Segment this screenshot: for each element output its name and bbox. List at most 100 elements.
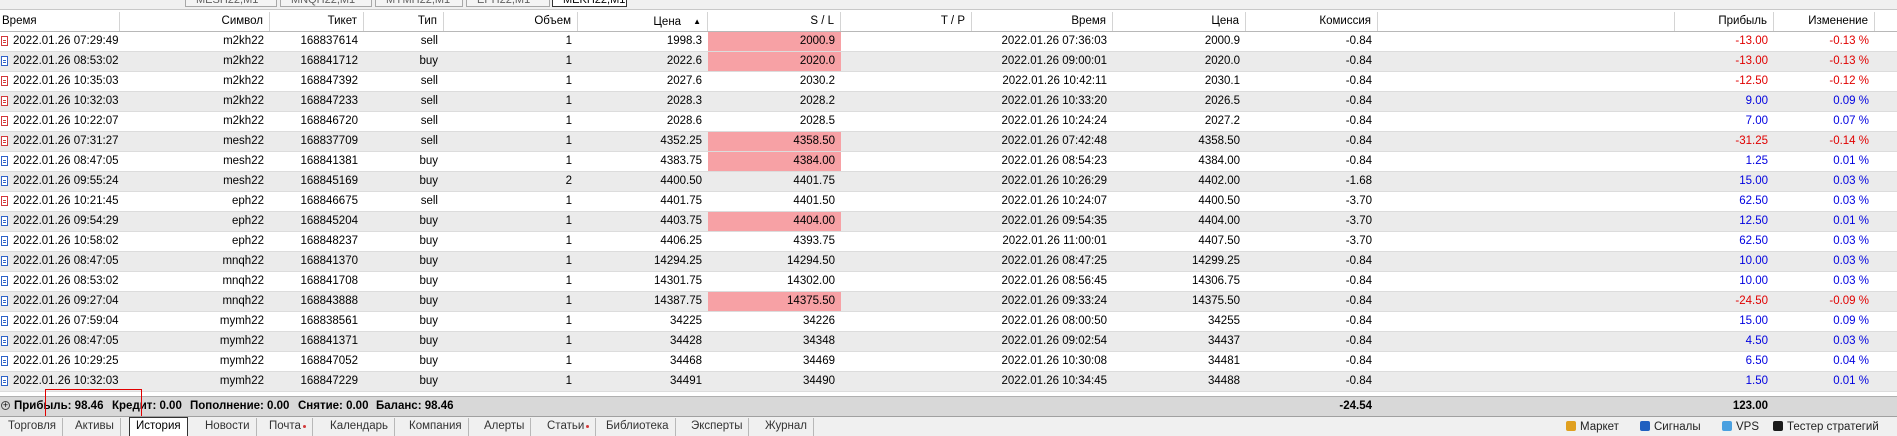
deal-commission: -0.84	[1345, 335, 1372, 347]
col-commission[interactable]: Комиссия	[1246, 12, 1378, 31]
deal-profit: 15.00	[1739, 175, 1768, 187]
deal-type: buy	[419, 235, 438, 247]
table-row[interactable]: 2022.01.26 07:31:27 mesh22 168837709 sell 1 4…	[0, 132, 1897, 152]
deal-commission: -0.84	[1345, 55, 1372, 67]
toolbar-tester-button[interactable]: Тестер стратегий	[1773, 419, 1879, 436]
deal-time-text: 2022.01.26 09:27:04	[13, 295, 119, 307]
deal-price: 34491	[670, 375, 702, 387]
deal-time: 2022.01.26 08:53:02	[0, 52, 120, 71]
chart-tab-label: MEKH22,M1	[563, 0, 626, 6]
col-ticket[interactable]: Тикет	[270, 12, 364, 31]
deal-change: -0.13 %	[1829, 55, 1869, 67]
table-row[interactable]: 2022.01.26 08:47:05 mnqh22 168841370 buy 1 14…	[0, 252, 1897, 272]
buy-deal-icon	[1, 236, 8, 246]
toolbox-tab[interactable]: Статьи	[541, 418, 597, 436]
deal-profit: -13.00	[1735, 55, 1768, 67]
col-sl[interactable]: S / L	[708, 12, 841, 31]
table-row[interactable]: 2022.01.26 07:59:04 mymh22 168838561 buy 1 34…	[0, 312, 1897, 332]
chart-tab[interactable]: MNQH22,M1	[280, 0, 372, 7]
toolbox-tab[interactable]: Новости	[199, 418, 257, 436]
toolbox-tab[interactable]: Торговля	[2, 418, 64, 436]
sell-deal-icon	[1, 136, 8, 146]
toolbox-tab[interactable]: Календарь	[324, 418, 396, 436]
deal-time-text: 2022.01.26 10:21:45	[13, 195, 119, 207]
deal-close-price: 14299.25	[1192, 255, 1240, 267]
toolbox-tab[interactable]: Журнал	[759, 418, 814, 436]
notification-dot-icon	[586, 425, 590, 428]
toolbox-tab[interactable]: История	[129, 417, 188, 436]
chart-tab[interactable]: MESH22,M1	[185, 0, 277, 7]
toolbox-tab[interactable]: Активы	[69, 418, 121, 436]
table-row[interactable]: 2022.01.26 08:47:05 mesh22 168841381 buy 1 43…	[0, 152, 1897, 172]
col-change[interactable]: Изменение	[1774, 12, 1875, 31]
tester-icon	[1773, 421, 1783, 431]
deal-profit: 62.50	[1739, 195, 1768, 207]
toolbox-tab[interactable]: Почта	[263, 418, 313, 436]
toolbar-vps-button[interactable]: VPS	[1722, 419, 1759, 436]
deal-commission: -0.84	[1345, 275, 1372, 287]
history-table: Время Символ Тикет Тип Объем Цена ▲ S / L…	[0, 12, 1897, 392]
deal-ticket: 168841708	[300, 275, 358, 287]
deal-symbol: eph22	[232, 235, 264, 247]
deal-volume: 1	[565, 35, 572, 47]
col-close-time[interactable]: Время	[972, 12, 1113, 31]
expand-icon[interactable]: +	[1, 401, 10, 410]
col-expert-id[interactable]: ID эксперта	[1875, 12, 1897, 31]
deal-ticket: 168841371	[300, 335, 358, 347]
table-row[interactable]: 2022.01.26 08:47:05 mymh22 168841371 buy 1 34…	[0, 332, 1897, 352]
deal-sl: 2030.2	[799, 75, 835, 87]
deal-ticket: 168845169	[300, 175, 358, 187]
chart-tab[interactable]: MYMH22,M1	[375, 0, 463, 7]
deal-close-time: 2022.01.26 09:00:01	[1001, 55, 1107, 67]
deal-ticket: 168847052	[300, 355, 358, 367]
table-row[interactable]: 2022.01.26 08:53:02 m2kh22 168841712 buy 1 20…	[0, 52, 1897, 72]
col-tp[interactable]: T / P	[841, 12, 972, 31]
toolbar-market-button[interactable]: Маркет	[1566, 419, 1619, 436]
deal-tp	[841, 352, 972, 371]
toolbox-tab[interactable]: Компания	[403, 418, 469, 436]
table-row[interactable]: 2022.01.26 09:55:24 mesh22 168845169 buy 2 44…	[0, 172, 1897, 192]
col-volume[interactable]: Объем	[444, 12, 578, 31]
table-row[interactable]: 2022.01.26 08:53:02 mnqh22 168841708 buy 1 14…	[0, 272, 1897, 292]
deal-volume: 1	[565, 355, 572, 367]
table-row[interactable]: 2022.01.26 10:21:45 eph22 168846675 sell 1 44…	[0, 192, 1897, 212]
deal-price: 2028.6	[666, 115, 702, 127]
deal-sl: 34490	[803, 375, 835, 387]
table-row[interactable]: 2022.01.26 09:27:04 mnqh22 168843888 buy 1 14…	[0, 292, 1897, 312]
table-row[interactable]: 2022.01.26 10:32:03 m2kh22 168847233 sell 1 2…	[0, 92, 1897, 112]
deal-close-price: 2026.5	[1204, 95, 1240, 107]
deal-profit: 4.50	[1745, 335, 1768, 347]
col-type[interactable]: Тип	[364, 12, 444, 31]
col-profit[interactable]: Прибыль	[1675, 12, 1774, 31]
table-row[interactable]: 2022.01.26 10:58:02 eph22 168848237 buy 1 440…	[0, 232, 1897, 252]
chart-tab[interactable]: EPH22,M1	[466, 0, 550, 7]
deal-tp	[841, 32, 972, 51]
deal-time: 2022.01.26 09:54:29	[0, 212, 120, 231]
toolbox-tab-label: Эксперты	[691, 420, 743, 432]
col-symbol[interactable]: Символ	[120, 12, 270, 31]
toolbox-tab[interactable]: Алерты	[478, 418, 532, 436]
table-row[interactable]: 2022.01.26 10:29:25 mymh22 168847052 buy 1 34…	[0, 352, 1897, 372]
deal-change: -0.14 %	[1829, 135, 1869, 147]
table-row[interactable]: 2022.01.26 10:22:07 m2kh22 168846720 sell 1 2…	[0, 112, 1897, 132]
table-row[interactable]: 2022.01.26 07:29:49 m2kh22 168837614 sell 1 1…	[0, 32, 1897, 52]
table-row[interactable]: 2022.01.26 10:32:03 mymh22 168847229 buy 1 34…	[0, 372, 1897, 392]
table-row[interactable]: 2022.01.26 09:54:29 eph22 168845204 buy 1 440…	[0, 212, 1897, 232]
col-close-price[interactable]: Цена	[1113, 12, 1246, 31]
buy-deal-icon	[1, 356, 8, 366]
summary-profit: Прибыль: 98.46	[14, 400, 104, 412]
chart-tab[interactable]: MEKH22,M1	[552, 0, 627, 7]
col-time[interactable]: Время	[0, 12, 120, 31]
deal-price: 2027.6	[666, 75, 702, 87]
deal-commission: -3.70	[1345, 195, 1372, 207]
toolbar-signals-button[interactable]: Сигналы	[1640, 419, 1701, 436]
toolbox-tab[interactable]: Эксперты	[685, 418, 750, 436]
deal-price: 4383.75	[660, 155, 702, 167]
deal-ticket: 168847392	[300, 75, 358, 87]
toolbox-tab[interactable]: Библиотека	[600, 418, 676, 436]
deal-time-text: 2022.01.26 07:31:27	[13, 135, 119, 147]
table-row[interactable]: 2022.01.26 10:35:03 m2kh22 168847392 sell 1 2…	[0, 72, 1897, 92]
col-price[interactable]: Цена ▲	[578, 12, 708, 31]
deal-symbol: m2kh22	[223, 55, 264, 67]
deal-time-text: 2022.01.26 07:29:49	[13, 35, 119, 47]
